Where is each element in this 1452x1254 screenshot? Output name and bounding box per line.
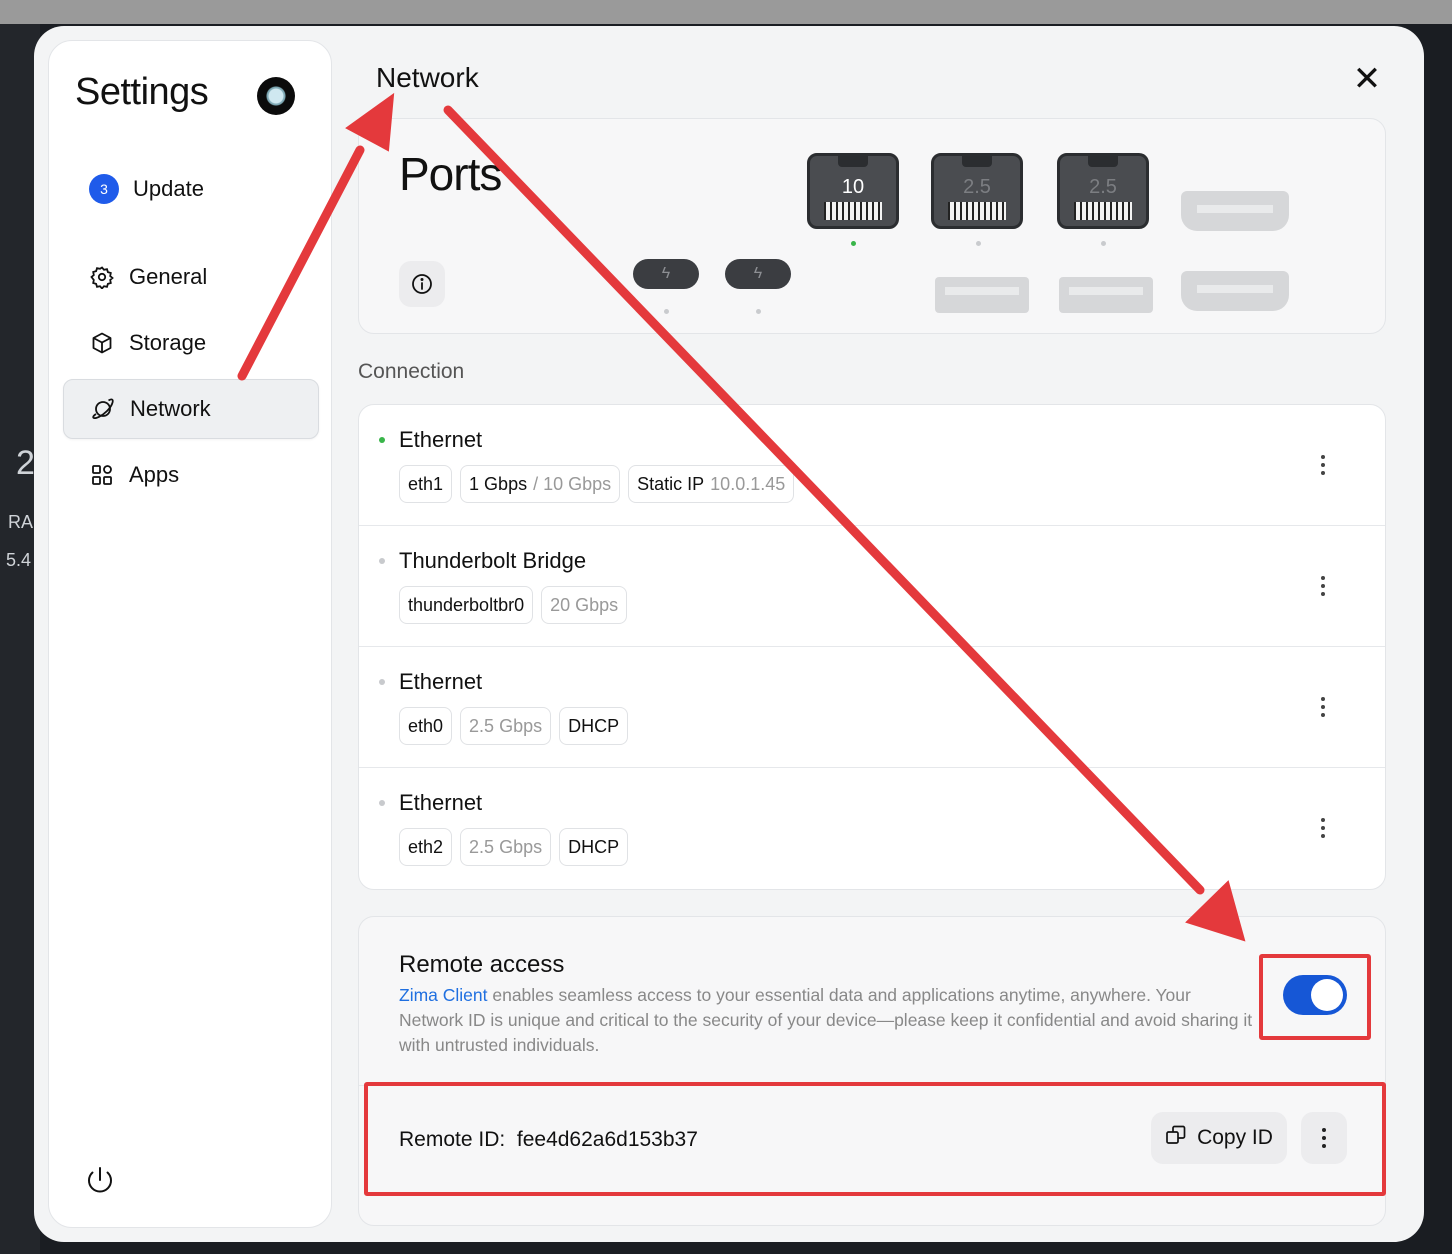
power-icon[interactable] [83, 1163, 117, 1197]
rj45-port-icon[interactable]: 2.5 [1057, 153, 1149, 229]
port-status-dot [851, 241, 856, 246]
rj45-port-icon[interactable]: 2.5 [931, 153, 1023, 229]
ports-panel: Ports 10 2.5 2.5 ϟ ϟ [358, 118, 1386, 334]
cube-icon [89, 330, 115, 356]
status-orb-icon[interactable] [257, 77, 295, 115]
sidebar-item-general[interactable]: General [63, 247, 319, 307]
port-speed-label: 10 [841, 176, 865, 198]
interface-chip: eth0 [399, 707, 453, 745]
speed-chip: 1 Gbps/ 10 Gbps [460, 465, 621, 503]
interface-chip: thunderboltbr0 [399, 586, 534, 624]
top-bar [0, 0, 1452, 24]
dhcp-chip: DHCP [559, 828, 629, 866]
status-dot [379, 437, 385, 443]
connection-name: Ethernet [399, 669, 483, 694]
speed-chip: 20 Gbps [541, 586, 628, 624]
background-text: 2 [16, 444, 35, 482]
connection-name: Ethernet [399, 427, 483, 452]
dhcp-chip: DHCP [559, 707, 629, 745]
connection-section-label: Connection [358, 360, 465, 383]
speed-chip: 2.5 Gbps [460, 828, 552, 866]
sidebar: Settings 3 Update General Storage Networ… [48, 40, 332, 1228]
usb-port-icon[interactable] [935, 277, 1029, 313]
sidebar-item-label: Update [133, 176, 204, 201]
annotation-box-toggle [1259, 954, 1371, 1040]
speed-chip: 2.5 Gbps [460, 707, 552, 745]
port-speed-label: 2.5 [963, 176, 991, 198]
background-text: RA [8, 512, 34, 532]
sidebar-item-label: Apps [129, 462, 180, 487]
connection-name: Ethernet [399, 790, 483, 815]
sidebar-item-storage[interactable]: Storage [63, 313, 319, 373]
connection-name: Thunderbolt Bridge [399, 548, 587, 573]
hdmi-port-icon[interactable] [1181, 271, 1289, 311]
status-dot [379, 679, 385, 685]
interface-chip: eth1 [399, 465, 453, 503]
port-status-dot [976, 241, 981, 246]
status-dot [379, 558, 385, 564]
sidebar-item-label: Network [130, 396, 211, 421]
sidebar-item-label: Storage [129, 330, 207, 355]
more-options-icon[interactable] [1319, 455, 1327, 475]
page-title: Network [376, 62, 479, 93]
remote-access-title: Remote access [399, 951, 565, 978]
background-text: 5.4 [6, 550, 32, 570]
port-speed-label: 2.5 [1089, 176, 1117, 198]
status-dot [379, 800, 385, 806]
hdmi-port-icon[interactable] [1181, 191, 1289, 231]
sidebar-title: Settings [75, 71, 209, 113]
sidebar-item-apps[interactable]: Apps [63, 445, 319, 505]
apps-grid-icon [89, 462, 115, 488]
list-item[interactable]: Thunderbolt Bridge thunderboltbr0 20 Gbp… [359, 526, 1385, 647]
gear-icon [89, 264, 115, 290]
port-status-dot [1101, 241, 1106, 246]
port-status-dot [664, 309, 669, 314]
settings-window: Settings 3 Update General Storage Networ… [34, 26, 1424, 1242]
thunderbolt-port-icon[interactable]: ϟ [725, 259, 791, 289]
list-item[interactable]: Ethernet eth1 1 Gbps/ 10 Gbps Static IP 1… [359, 405, 1385, 526]
remote-access-description: Zima Client enables seamless access to y… [399, 985, 1253, 1055]
list-item[interactable]: Ethernet eth2 2.5 Gbps DHCP [359, 768, 1385, 889]
more-options-icon[interactable] [1319, 576, 1327, 596]
info-icon[interactable] [399, 261, 445, 307]
usb-port-icon[interactable] [1059, 277, 1153, 313]
connection-list: Ethernet eth1 1 Gbps/ 10 Gbps Static IP 1… [358, 404, 1386, 890]
more-options-icon[interactable] [1319, 697, 1327, 717]
rj45-port-icon[interactable]: 10 [807, 153, 899, 229]
interface-chip: eth2 [399, 828, 453, 866]
planet-icon [90, 396, 116, 422]
annotation-box-remote-id [364, 1082, 1386, 1196]
sidebar-item-label: General [129, 264, 208, 289]
more-options-icon[interactable] [1319, 818, 1327, 838]
update-count-badge: 3 [89, 174, 119, 204]
zima-client-link[interactable]: Zima Client [399, 985, 488, 1005]
sidebar-item-update[interactable]: 3 Update [63, 159, 319, 219]
list-item[interactable]: Ethernet eth0 2.5 Gbps DHCP [359, 647, 1385, 768]
close-icon[interactable]: ✕ [1350, 62, 1384, 96]
port-status-dot [756, 309, 761, 314]
ip-chip: Static IP 10.0.1.45 [628, 465, 795, 503]
sidebar-item-network[interactable]: Network [63, 379, 319, 439]
thunderbolt-port-icon[interactable]: ϟ [633, 259, 699, 289]
ports-title: Ports [399, 148, 502, 200]
